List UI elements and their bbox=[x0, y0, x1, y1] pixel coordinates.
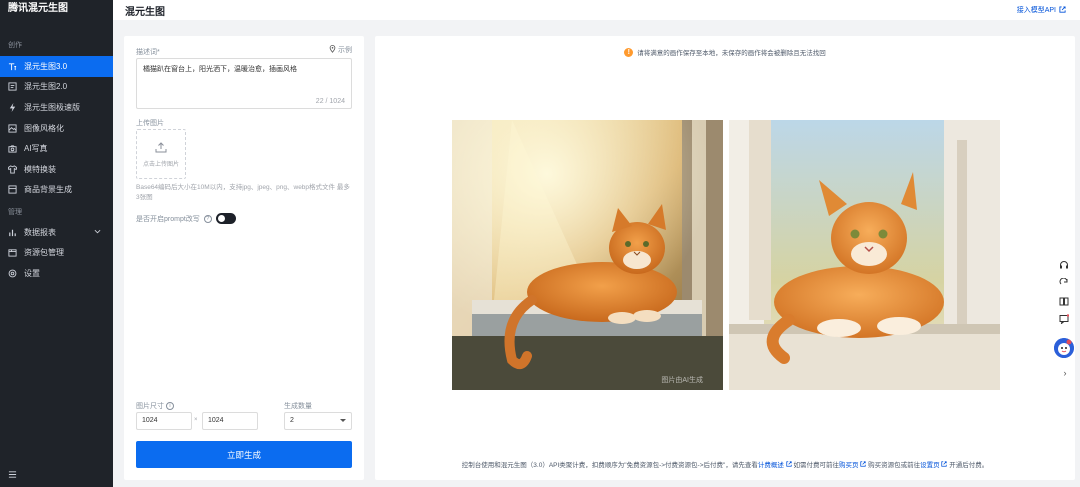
nav-manage: 数据报表 资源包管理 设置 bbox=[0, 222, 113, 284]
floating-tool-rail bbox=[1055, 258, 1073, 330]
sidebar-item-settings[interactable]: 设置 bbox=[0, 263, 113, 284]
page-header: 混元生图 接入模型API bbox=[113, 0, 1080, 20]
external-link-icon bbox=[786, 461, 792, 469]
chart-icon bbox=[8, 228, 17, 237]
external-link-icon bbox=[860, 461, 866, 469]
ai-generated-watermark: 图片由AI生成 bbox=[661, 377, 703, 384]
palette-icon bbox=[8, 124, 17, 133]
example-link[interactable]: 示例 bbox=[329, 45, 352, 55]
billing-note-text: 控制台使用和混元生图（3.0）API类聚计费，扣费顺序为"免费资源包->付费资源… bbox=[461, 462, 758, 469]
nav-create: 混元生图3.0 混元生图2.0 混元生图极速版 图像风格化 AI写真 模特换装 … bbox=[0, 56, 113, 200]
size-label-row: 图片尺寸 i bbox=[136, 401, 174, 411]
package-icon bbox=[8, 248, 17, 257]
external-link-icon bbox=[1059, 5, 1066, 15]
billing-note-text: 购买资源包或前往 bbox=[868, 462, 921, 469]
info-icon[interactable]: i bbox=[165, 402, 174, 411]
result-image-2[interactable] bbox=[729, 120, 1000, 390]
shirt-icon bbox=[8, 165, 17, 174]
gear-icon bbox=[8, 269, 17, 278]
sidebar-item-label: 商品背景生成 bbox=[24, 185, 72, 195]
sidebar-item-label: 图像风格化 bbox=[24, 123, 64, 133]
times-sign: × bbox=[194, 417, 198, 423]
book-icon[interactable] bbox=[1057, 294, 1071, 308]
char-counter: 22 / 1024 bbox=[315, 98, 345, 105]
prompt-label: 描述词* bbox=[136, 49, 160, 56]
height-input[interactable]: 1024 bbox=[202, 412, 258, 430]
billing-note-text: 如需付费可前往 bbox=[793, 462, 839, 469]
width-input[interactable]: 1024 bbox=[136, 412, 192, 430]
sidebar-item-label: 混元生图3.0 bbox=[24, 61, 68, 71]
assistant-avatar[interactable] bbox=[1054, 338, 1074, 358]
upload-label: 上传图片 bbox=[136, 120, 164, 127]
prompt-rewrite-label: 是否开启prompt改写 bbox=[136, 215, 200, 223]
external-link-icon bbox=[941, 461, 948, 469]
count-label: 生成数量 bbox=[284, 403, 312, 410]
camera-icon bbox=[8, 144, 17, 153]
lightning-icon bbox=[8, 102, 17, 112]
chevron-right-icon[interactable]: › bbox=[1059, 368, 1071, 380]
save-warning: ! 请将满意的画作保存至本地，未保存的画作将会被删除且无法找回 bbox=[375, 47, 1075, 57]
sidebar-item-hunyuan-3[interactable]: 混元生图3.0 bbox=[0, 56, 113, 77]
result-panel: ! 请将满意的画作保存至本地，未保存的画作将会被删除且无法找回 图片由AI生成 … bbox=[375, 36, 1075, 480]
page-title: 混元生图 bbox=[125, 7, 165, 18]
refresh-icon[interactable] bbox=[1057, 276, 1071, 290]
billing-note: 控制台使用和混元生图（3.0）API类聚计费，扣费顺序为"免费资源包->付费资源… bbox=[375, 459, 1075, 469]
sidebar-item-packages[interactable]: 资源包管理 bbox=[0, 243, 113, 264]
purchase-page-link[interactable]: 购买页 bbox=[839, 462, 859, 469]
billing-note-text: 开通后付费。 bbox=[949, 462, 989, 469]
sidebar-item-stylize[interactable]: 图像风格化 bbox=[0, 118, 113, 139]
group-label-create: 创作 bbox=[8, 42, 22, 49]
sidebar-item-label: 数据报表 bbox=[24, 227, 56, 237]
api-link-label: 接入模型API bbox=[1016, 7, 1056, 14]
api-access-link[interactable]: 接入模型API bbox=[1017, 5, 1066, 15]
sidebar-item-label: 混元生图2.0 bbox=[24, 82, 68, 92]
example-label: 示例 bbox=[338, 47, 352, 54]
size-label: 图片尺寸 bbox=[136, 403, 164, 410]
prompt-text: 橘猫趴在窗台上，阳光洒下，温暖治愈，插画风格 bbox=[143, 66, 297, 73]
count-value: 2 bbox=[290, 417, 294, 424]
sidebar-item-model-outfit[interactable]: 模特换装 bbox=[0, 159, 113, 180]
sidebar-item-hunyuan-2[interactable]: 混元生图2.0 bbox=[0, 77, 113, 98]
sidebar: 腾讯混元生图 创作 混元生图3.0 混元生图2.0 混元生图极速版 图像风格化 … bbox=[0, 0, 113, 487]
caret-down-icon bbox=[340, 419, 346, 422]
group-label-manage: 管理 bbox=[8, 209, 22, 216]
result-image-1[interactable]: 图片由AI生成 bbox=[452, 120, 723, 390]
location-pin-icon bbox=[329, 45, 336, 55]
warning-text: 请将满意的画作保存至本地，未保存的画作将会被删除且无法找回 bbox=[637, 50, 826, 57]
upload-hint: Base64编码后大小在10M以内，支持jpg、jpeg、png、webp格式文… bbox=[136, 184, 350, 201]
sidebar-item-reports[interactable]: 数据报表 bbox=[0, 222, 113, 243]
sidebar-item-label: 混元生图极速版 bbox=[24, 102, 80, 112]
generate-button[interactable]: 立即生成 bbox=[136, 441, 352, 468]
upload-button-label: 点击上传图片 bbox=[142, 161, 179, 168]
prompt-rewrite-toggle[interactable] bbox=[215, 213, 236, 224]
chevron-down-icon bbox=[94, 228, 101, 237]
sidebar-item-label: 模特换装 bbox=[24, 164, 56, 174]
image-frame-icon bbox=[8, 82, 17, 91]
brand-logo: 腾讯混元生图 bbox=[8, 3, 68, 14]
prompt-textarea[interactable]: 橘猫趴在窗台上，阳光洒下，温暖治愈，插画风格 22 / 1024 bbox=[136, 58, 352, 109]
sidebar-item-product-bg[interactable]: 商品背景生成 bbox=[0, 180, 113, 201]
sidebar-item-label: AI写真 bbox=[24, 144, 48, 154]
sidebar-item-hunyuan-fast[interactable]: 混元生图极速版 bbox=[0, 97, 113, 118]
collapse-sidebar-icon[interactable] bbox=[8, 470, 17, 479]
message-icon[interactable] bbox=[1057, 312, 1071, 326]
upload-icon bbox=[155, 141, 167, 155]
box-icon bbox=[8, 185, 17, 194]
settings-page-link[interactable]: 设置页 bbox=[920, 462, 940, 469]
prompt-rewrite-row: 是否开启prompt改写 ? bbox=[136, 213, 236, 224]
generation-form: 描述词* 示例 橘猫趴在窗台上，阳光洒下，温暖治愈，插画风格 22 / 1024… bbox=[124, 36, 364, 480]
warning-icon: ! bbox=[624, 47, 634, 57]
sidebar-item-ai-portrait[interactable]: AI写真 bbox=[0, 138, 113, 159]
info-icon[interactable]: ? bbox=[203, 214, 212, 223]
sidebar-item-label: 资源包管理 bbox=[24, 248, 64, 258]
headset-icon[interactable] bbox=[1057, 258, 1071, 272]
sidebar-item-label: 设置 bbox=[24, 268, 40, 278]
billing-overview-link[interactable]: 计费概述 bbox=[758, 462, 784, 469]
text-to-image-icon bbox=[8, 62, 17, 71]
count-select[interactable]: 2 bbox=[284, 412, 352, 430]
upload-image-button[interactable]: 点击上传图片 bbox=[136, 129, 186, 179]
